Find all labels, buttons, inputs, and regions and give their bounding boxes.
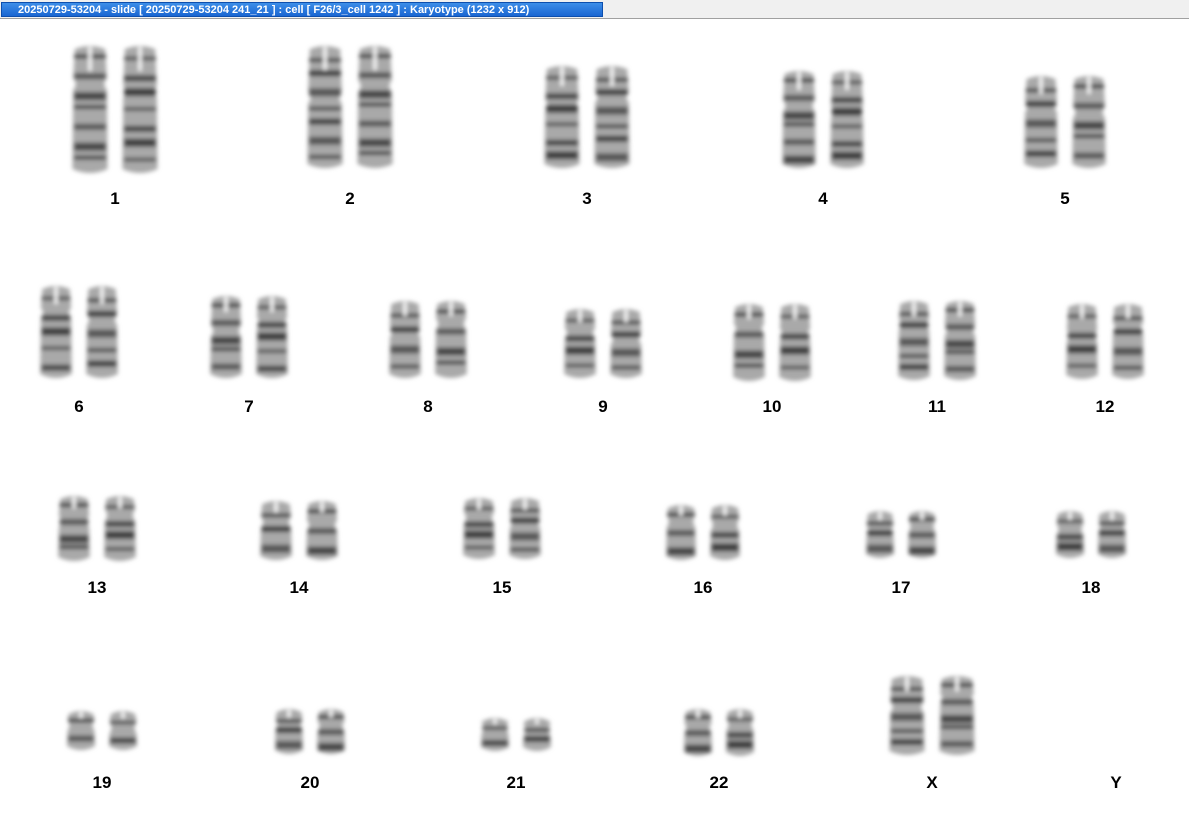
chromosome-16-copy-1[interactable] bbox=[664, 504, 698, 562]
chromosome-label-5: 5 bbox=[1060, 189, 1070, 208]
chromosome-3-copy-2[interactable] bbox=[592, 65, 632, 170]
chromosome-21-copy-2[interactable] bbox=[521, 717, 553, 753]
chromosome-5-copy-1[interactable] bbox=[1022, 75, 1060, 170]
window-title-tab[interactable]: 20250729-53204 - slide [ 20250729-53204 … bbox=[1, 2, 603, 17]
chromosome-19-copy-1[interactable] bbox=[65, 710, 97, 752]
chromosome-18-copy-1[interactable] bbox=[1054, 510, 1086, 560]
chromosome-label-x: X bbox=[926, 773, 938, 792]
chromosome-1-copy-2[interactable] bbox=[120, 45, 160, 175]
chromosome-19-copy-2[interactable] bbox=[107, 710, 139, 752]
chromosome-7-copy-1[interactable] bbox=[208, 295, 244, 380]
chromosome-label-1: 1 bbox=[110, 189, 120, 208]
chromosome-x-copy-1[interactable] bbox=[887, 675, 927, 757]
chromosome-1-copy-1[interactable] bbox=[70, 45, 110, 175]
chromosome-label-12: 12 bbox=[1095, 397, 1115, 416]
chromosome-14-copy-2[interactable] bbox=[304, 500, 340, 562]
chromosome-label-13: 13 bbox=[87, 578, 107, 597]
chromosome-11-copy-2[interactable] bbox=[942, 300, 978, 382]
chromosome-11-copy-1[interactable] bbox=[896, 300, 932, 382]
chromosome-6-copy-2[interactable] bbox=[84, 285, 120, 380]
chromosome-x-copy-2[interactable] bbox=[937, 675, 977, 757]
chromosome-9-copy-1[interactable] bbox=[562, 308, 598, 380]
chromosome-20-copy-2[interactable] bbox=[315, 708, 347, 756]
chromosome-7-copy-2[interactable] bbox=[254, 295, 290, 380]
chromosome-13-copy-1[interactable] bbox=[56, 495, 92, 563]
chromosome-5-copy-2[interactable] bbox=[1070, 75, 1108, 170]
karyogram-panel: 1 2 3 4 5 6 7 8 9 10 11 12 13 14 15 16 17 18 19 20 21 22 X Y bbox=[0, 20, 1189, 837]
chromosome-label-18: 18 bbox=[1081, 578, 1101, 597]
window-titlebar: 20250729-53204 - slide [ 20250729-53204 … bbox=[0, 0, 1189, 19]
chromosome-2-copy-1[interactable] bbox=[305, 45, 345, 170]
chromosome-10-copy-1[interactable] bbox=[731, 303, 767, 383]
chromosome-label-11: 11 bbox=[928, 397, 946, 416]
chromosome-14-copy-1[interactable] bbox=[258, 500, 294, 562]
chromosome-label-2: 2 bbox=[345, 189, 355, 208]
chromosome-4-copy-1[interactable] bbox=[780, 70, 818, 170]
chromosome-label-y: Y bbox=[1110, 773, 1122, 792]
chromosome-label-4: 4 bbox=[818, 189, 828, 208]
chromosome-3-copy-1[interactable] bbox=[542, 65, 582, 170]
chromosome-label-6: 6 bbox=[74, 397, 84, 416]
chromosome-label-3: 3 bbox=[582, 189, 592, 208]
chromosome-2-copy-2[interactable] bbox=[355, 45, 395, 170]
chromosome-22-copy-2[interactable] bbox=[724, 708, 756, 758]
chromosome-label-7: 7 bbox=[244, 397, 254, 416]
chromosome-18-copy-2[interactable] bbox=[1096, 510, 1128, 560]
chromosome-label-22: 22 bbox=[709, 773, 729, 792]
chromosome-9-copy-2[interactable] bbox=[608, 308, 644, 380]
chromosome-15-copy-1[interactable] bbox=[461, 497, 497, 561]
chromosome-16-copy-2[interactable] bbox=[708, 504, 742, 562]
chromosome-label-9: 9 bbox=[598, 397, 608, 416]
chromosome-label-17: 17 bbox=[891, 578, 911, 597]
chromosome-label-14: 14 bbox=[289, 578, 309, 597]
chromosome-21-copy-1[interactable] bbox=[479, 717, 511, 753]
chromosome-12-copy-2[interactable] bbox=[1110, 303, 1146, 381]
chromosome-label-15: 15 bbox=[492, 578, 512, 597]
chromosome-8-copy-2[interactable] bbox=[433, 300, 469, 380]
chromosome-label-21: 21 bbox=[506, 773, 526, 792]
chromosome-6-copy-1[interactable] bbox=[38, 285, 74, 380]
chromosome-label-16: 16 bbox=[693, 578, 713, 597]
chromosome-label-20: 20 bbox=[300, 773, 320, 792]
chromosome-label-19: 19 bbox=[92, 773, 112, 792]
chromosome-8-copy-1[interactable] bbox=[387, 300, 423, 380]
chromosome-22-copy-1[interactable] bbox=[682, 708, 714, 758]
chromosome-17-copy-1[interactable] bbox=[864, 510, 896, 560]
chromosome-15-copy-2[interactable] bbox=[507, 497, 543, 561]
chromosome-17-copy-2[interactable] bbox=[906, 510, 938, 560]
chromosome-10-copy-2[interactable] bbox=[777, 303, 813, 383]
chromosome-20-copy-1[interactable] bbox=[273, 708, 305, 756]
chromosome-4-copy-2[interactable] bbox=[828, 70, 866, 170]
window-title: 20250729-53204 - slide [ 20250729-53204 … bbox=[18, 4, 530, 16]
chromosome-label-8: 8 bbox=[423, 397, 433, 416]
chromosome-label-10: 10 bbox=[762, 397, 782, 416]
chromosome-13-copy-2[interactable] bbox=[102, 495, 138, 563]
chromosome-12-copy-1[interactable] bbox=[1064, 303, 1100, 381]
